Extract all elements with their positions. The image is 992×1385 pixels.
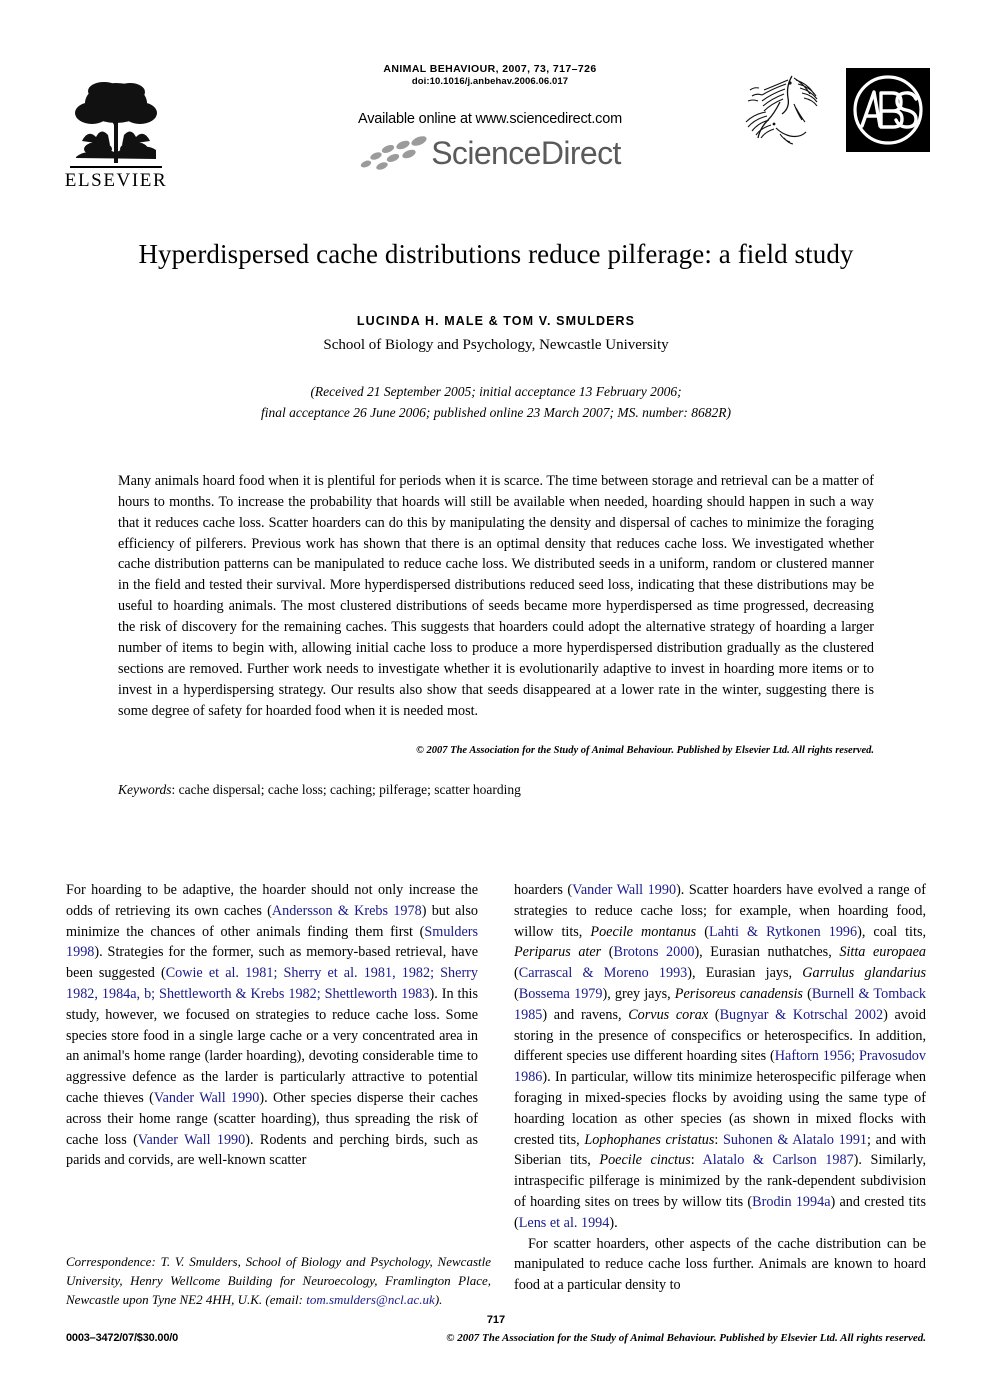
page-footer: 0003–3472/07/$30.00/0 © 2007 The Associa… [66,1332,926,1344]
article-history-line-2: final acceptance 26 June 2006; published… [260,404,732,420]
email-link[interactable]: tom.smulders@ncl.ac.uk [306,1292,435,1307]
abstract-copyright: © 2007 The Association for the Study of … [416,745,874,757]
abstract-text: Many animals hoard food when it is plent… [118,472,874,719]
species-name: Garrulus glandarius [802,965,926,982]
article-history: (Received 21 September 2005; initial acc… [0,382,992,423]
masthead-center: ANIMAL BEHAVIOUR, 2007, 73, 717–726 doi:… [300,62,680,174]
species-name: Lophophanes cristatus [584,1131,715,1148]
species-name: Corvus corax [628,1006,709,1023]
available-online-text: Available online at www.sciencedirect.co… [358,110,622,127]
citation-link[interactable]: Suhonen & Alatalo 1991 [723,1132,867,1148]
species-name: Poecile cinctus [599,1152,691,1169]
elsevier-logo: ELSEVIER [64,64,168,190]
citation-link[interactable]: Alatalo & Carlson 1987 [703,1152,854,1168]
citation-link[interactable]: Carrascal & Moreno 1993 [519,965,688,981]
elsevier-rule [70,166,162,168]
body-text: : [714,1131,723,1148]
asab-cranes-icon [745,75,818,145]
body-text: ), grey jays, [602,985,675,1002]
body-text: ), Eurasian jays, [687,965,803,982]
citation-link[interactable]: Vander Wall 1990 [572,882,676,898]
keywords-label: Keywords [118,782,172,798]
body-paragraph: For hoarding to be adaptive, the hoarder… [66,880,478,1171]
journal-article-page: ELSEVIER ANIMAL BEHAVIOUR, 2007, 73, 717… [0,62,992,1385]
citation-link[interactable]: Vander Wall 1990 [138,1132,245,1148]
citation-link[interactable]: Bossema 1979 [519,986,603,1002]
body-text: ). In this study, however, we focused on… [66,985,478,1106]
body-paragraph: For scatter hoarders, other aspects of t… [514,1234,926,1296]
body-text: ( [696,923,709,940]
body-text: ( [708,1006,720,1023]
body-paragraph: hoarders (Vander Wall 1990). Scatter hoa… [514,880,926,1234]
body-text: ( [802,985,812,1002]
affiliation: School of Biology and Psychology, Newcas… [323,337,669,354]
body-paragraph: Correspondence: T. V. Smulders, School o… [66,1253,491,1310]
society-logos [736,68,930,152]
abs-monogram-icon [853,75,923,145]
article-history-line-1: (Received 21 September 2005; initial acc… [310,384,682,400]
sciencedirect-wordmark: ScienceDirect [431,135,621,172]
doi-line: doi:10.1016/j.anbehav.2006.06.017 [411,76,569,88]
keywords: Keywords: cache dispersal; cache loss; c… [118,782,874,798]
body-text: hoarders ( [514,882,573,898]
body-text: For scatter hoarders, other aspects of t… [514,1235,926,1294]
body-text: ). [609,1214,618,1231]
elsevier-wordmark: ELSEVIER [64,170,168,191]
species-name: Poecile montanus [590,923,697,940]
issn-line: 0003–3472/07/$30.00/0 [66,1332,179,1344]
citation-link[interactable]: Bugnyar & Kotrschal 2002 [720,1007,883,1023]
citation-link[interactable]: Brodin 1994a [752,1194,830,1210]
correspondence-note: Correspondence: T. V. Smulders, School o… [66,1240,491,1323]
body-column-left: For hoarding to be adaptive, the hoarder… [66,880,478,1296]
body-text: ), coal tits, [857,923,927,940]
abs-logo [846,68,930,152]
species-name: Sitta europaea [839,944,927,961]
body-text: ). [434,1291,443,1307]
article-title: Hyperdispersed cache distributions reduc… [138,239,854,269]
body-text: ) and ravens, [542,1006,629,1023]
species-name: Periparus ater [514,944,602,961]
citation-link[interactable]: Andersson & Krebs 1978 [272,903,422,919]
citation-link[interactable]: Lahti & Rytkonen 1996 [709,924,857,940]
footer-copyright: © 2007 The Association for the Study of … [446,1332,926,1344]
sciencedirect-logo: ScienceDirect [300,134,680,174]
body-text: ), Eurasian nuthatches, [694,944,840,961]
citation-link[interactable]: Vander Wall 1990 [154,1090,259,1106]
elsevier-tree-icon [75,82,157,163]
citation-link[interactable]: Lens et al. 1994 [519,1215,610,1231]
keywords-value: : cache dispersal; cache loss; caching; … [171,782,521,798]
author-list: LUCINDA H. MALE & TOM V. SMULDERS [356,314,636,329]
masthead: ELSEVIER ANIMAL BEHAVIOUR, 2007, 73, 717… [62,62,930,194]
body-text: : [690,1152,703,1169]
citation-link[interactable]: Brotons 2000 [614,944,695,960]
body-column-right: hoarders (Vander Wall 1990). Scatter hoa… [514,880,926,1296]
species-name: Perisoreus canadensis [674,985,803,1002]
sciencedirect-swoosh-icon [360,136,427,170]
journal-citation-line: ANIMAL BEHAVIOUR, 2007, 73, 717–726 [383,63,597,75]
body-columns: For hoarding to be adaptive, the hoarder… [66,880,926,1296]
body-text: ( [601,944,614,961]
page-number: 717 [486,1314,506,1326]
